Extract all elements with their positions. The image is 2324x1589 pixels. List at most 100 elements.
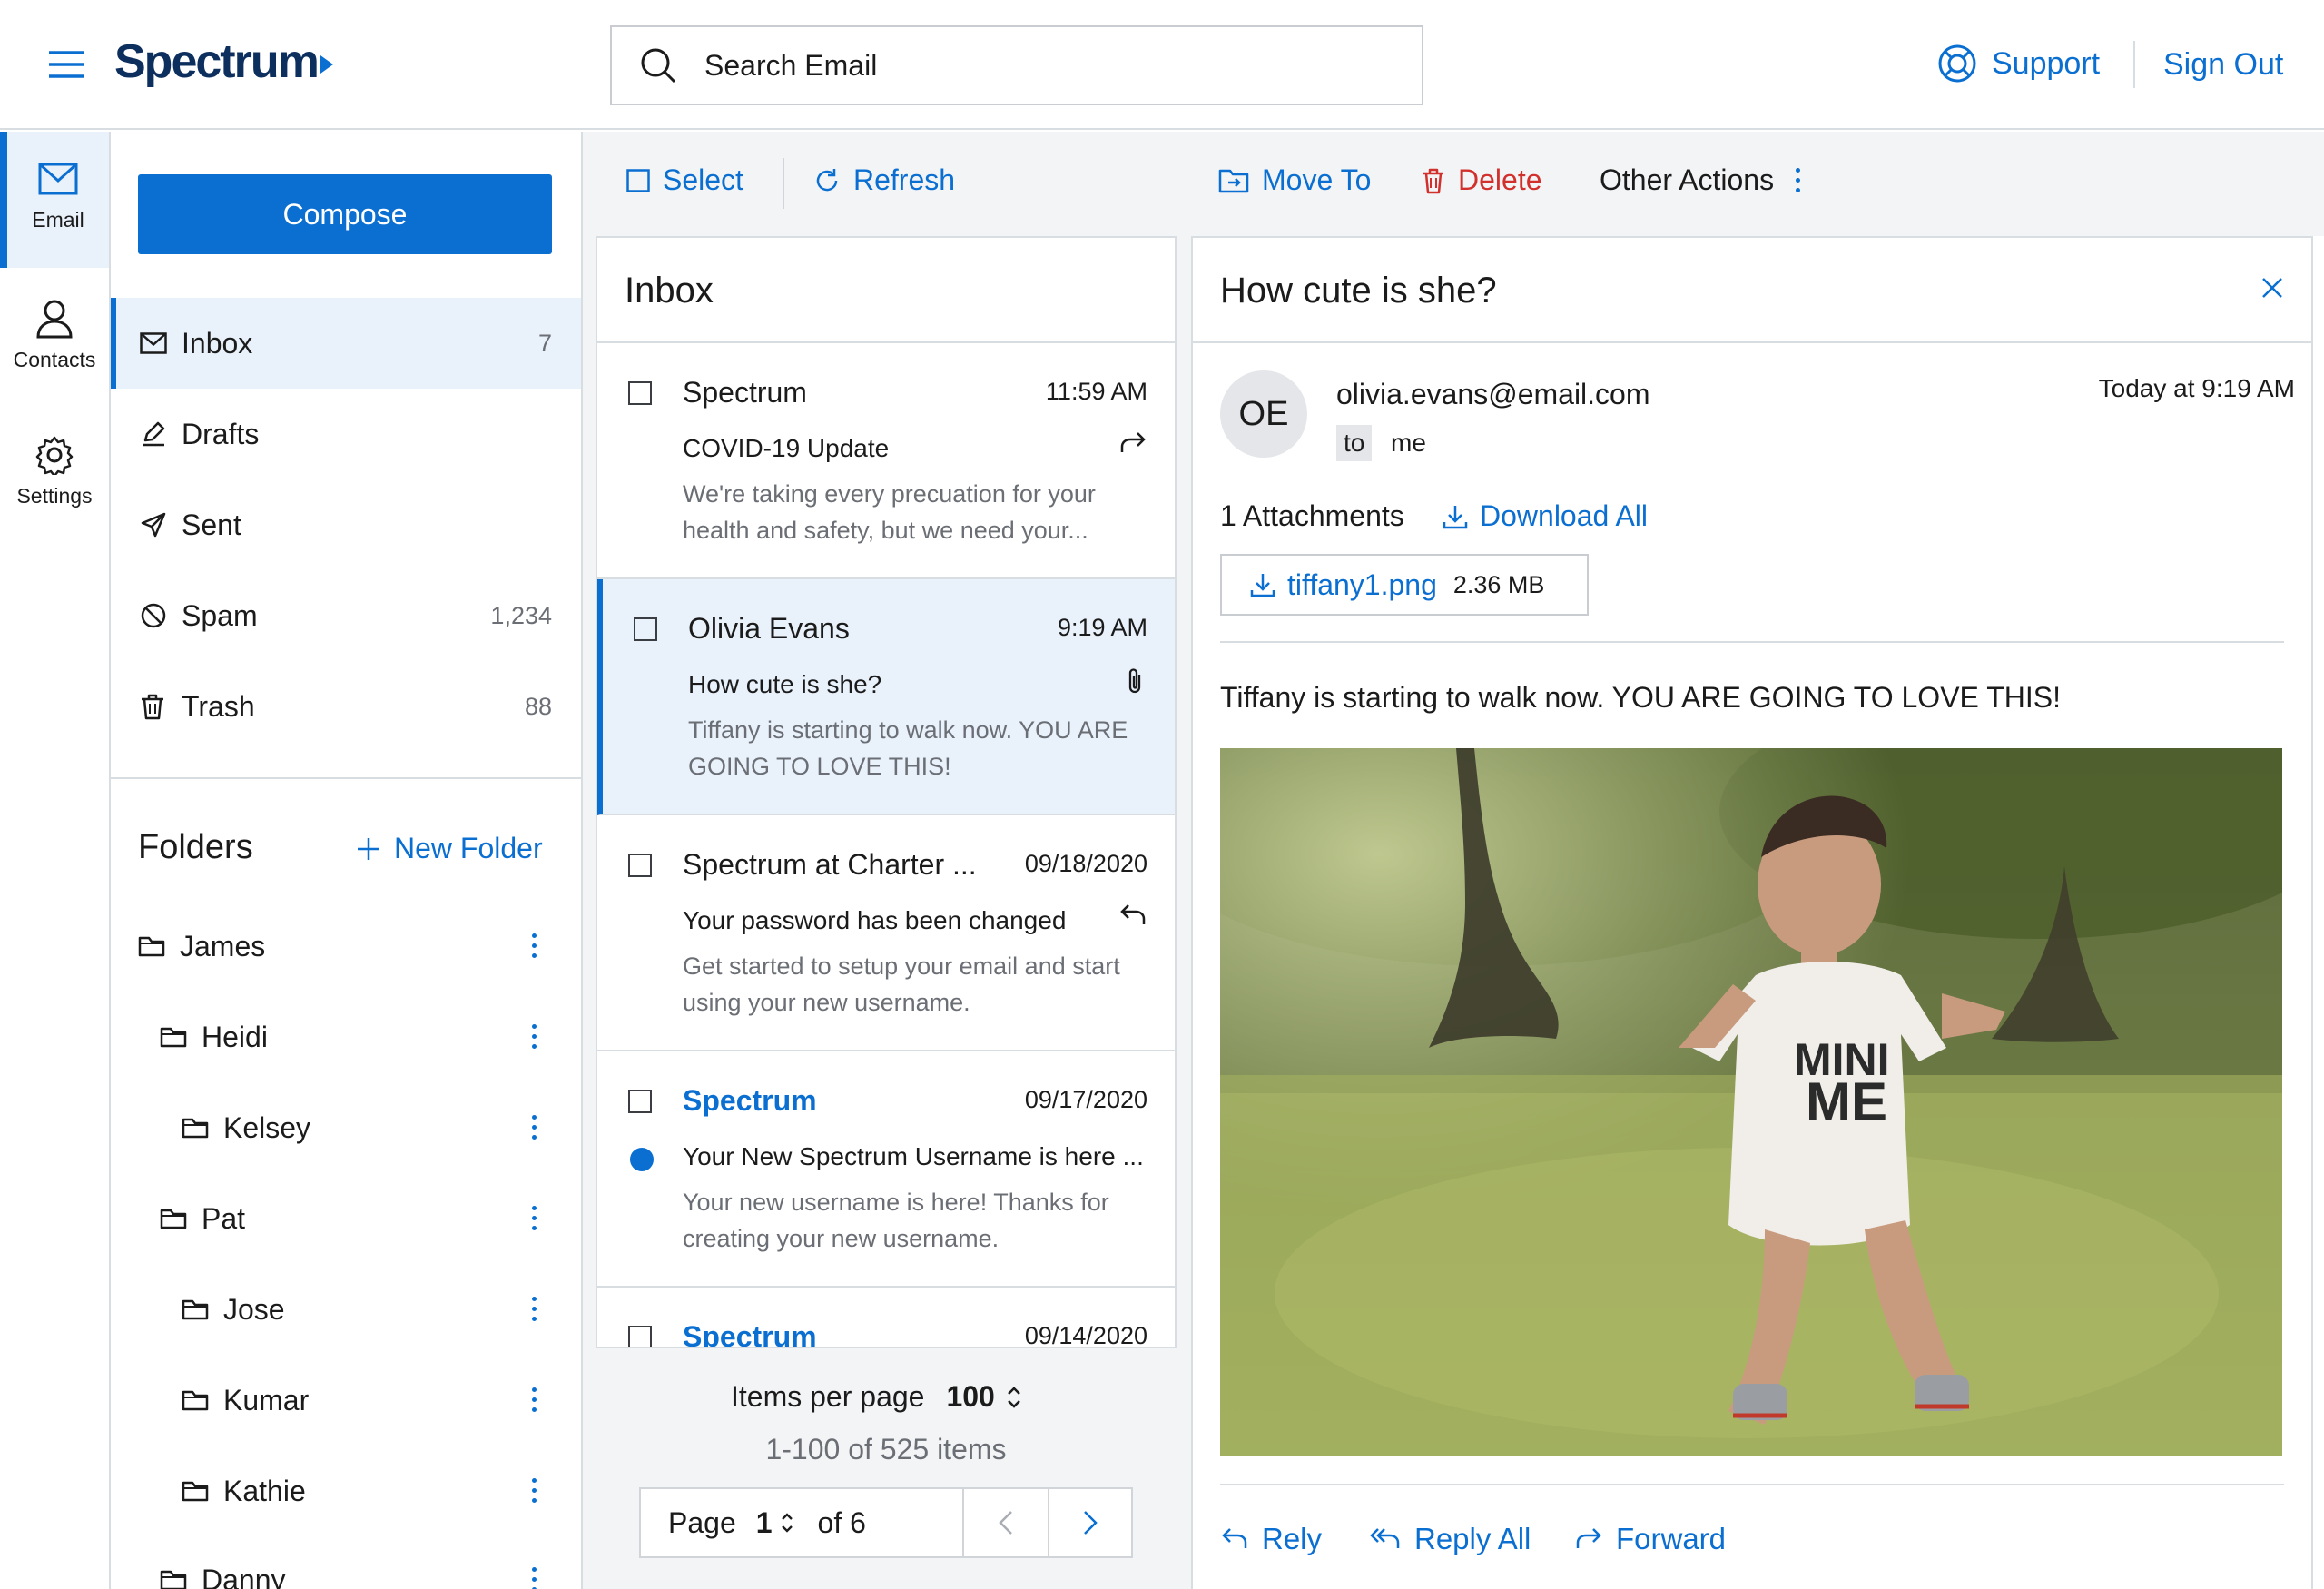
download-all-button[interactable]: Download All: [1442, 499, 1648, 533]
delete-button[interactable]: Delete: [1422, 163, 1542, 197]
message-subject: Your New Spectrum Username is here ...: [683, 1142, 1144, 1170]
message-date: 09/18/2020: [1024, 850, 1147, 877]
rail-email[interactable]: Email: [0, 132, 109, 268]
mailbox-label: Trash: [182, 689, 255, 723]
folder-menu-icon[interactable]: [528, 933, 539, 958]
folder-icon: [138, 935, 165, 957]
message-row[interactable]: Spectrum 09/14/2020: [597, 1288, 1175, 1348]
row-checkbox[interactable]: [634, 617, 657, 641]
forward-icon: [1574, 1526, 1603, 1552]
message-date: 9:19 AM: [1057, 614, 1147, 641]
row-checkbox[interactable]: [628, 854, 652, 877]
mailbox-drafts[interactable]: Drafts: [111, 389, 581, 479]
items-per-page-value: 100: [946, 1380, 995, 1413]
compose-button[interactable]: Compose: [138, 174, 552, 254]
message-preview: We're taking every precuation for your h…: [683, 480, 1096, 544]
logo-arrow-icon: [320, 55, 333, 74]
close-icon[interactable]: [2260, 276, 2284, 300]
spectrum-logo[interactable]: Spectrum: [114, 35, 333, 89]
forward-label: Forward: [1616, 1522, 1727, 1555]
pager: Page 1 of 6: [639, 1487, 1133, 1558]
gear-icon: [34, 435, 74, 475]
sign-out-link[interactable]: Sign Out: [2163, 47, 2283, 83]
message-row[interactable]: Spectrum 09/17/2020 Your New Spectrum Us…: [597, 1051, 1175, 1288]
forward-button[interactable]: Forward: [1574, 1522, 1726, 1556]
folder-menu-icon[interactable]: [528, 1024, 539, 1049]
email-body: Tiffany is starting to walk now. YOU ARE…: [1220, 681, 2061, 714]
mailbox-count: 1,234: [490, 601, 552, 629]
message-date: 09/14/2020: [1024, 1322, 1147, 1348]
message-subject: COVID-19 Update: [683, 434, 890, 462]
attachment-name: tiffany1.png: [1287, 568, 1437, 601]
page-label: Page: [668, 1505, 736, 1539]
row-checkbox[interactable]: [628, 381, 652, 405]
message-row[interactable]: Spectrum at Charter ... 09/18/2020 Your …: [597, 815, 1175, 1051]
more-vertical-icon: [1796, 168, 1801, 192]
message-date: 11:59 AM: [1045, 378, 1147, 405]
folder-menu-icon[interactable]: [528, 1478, 539, 1503]
attachment-chip[interactable]: tiffany1.png 2.36 MB: [1220, 554, 1589, 616]
rail-settings[interactable]: Settings: [0, 435, 109, 535]
folder-item[interactable]: Kathie: [182, 1446, 306, 1536]
message-row[interactable]: Olivia Evans 9:19 AM How cute is she? Ti…: [597, 579, 1175, 815]
folder-menu-icon[interactable]: [528, 1387, 539, 1412]
folder-icon: [160, 1569, 187, 1589]
forward-icon: [1118, 430, 1147, 456]
reply-button[interactable]: Rely: [1220, 1522, 1322, 1556]
folder-menu-icon[interactable]: [528, 1206, 539, 1230]
message-preview: Get started to setup your email and star…: [683, 952, 1120, 1016]
search-bar[interactable]: [610, 25, 1423, 105]
mailbox-count: 88: [524, 692, 552, 720]
mailbox-trash[interactable]: Trash 88: [111, 661, 581, 752]
folder-label: Heidi: [202, 1020, 268, 1053]
search-icon[interactable]: [639, 46, 677, 84]
folder-item[interactable]: Heidi: [160, 992, 268, 1082]
select-button[interactable]: Select: [626, 163, 743, 197]
support-label: Support: [1992, 45, 2101, 81]
email-subject: How cute is she?: [1220, 271, 1497, 311]
menu-icon[interactable]: [47, 45, 85, 84]
next-page-button[interactable]: [1048, 1489, 1131, 1556]
sort-arrows-icon: [780, 1511, 794, 1535]
reply-all-button[interactable]: Reply All: [1369, 1522, 1531, 1556]
row-checkbox[interactable]: [628, 1326, 652, 1347]
folder-item[interactable]: Pat: [160, 1173, 245, 1264]
row-checkbox[interactable]: [628, 1090, 652, 1113]
folder-item[interactable]: Jose: [182, 1264, 285, 1355]
message-from: Olivia Evans: [688, 612, 850, 645]
message-list: Inbox Spectrum 11:59 AM COVID-19 Update …: [596, 236, 1177, 1348]
other-actions-button[interactable]: Other Actions: [1600, 163, 1801, 197]
items-per-page-select[interactable]: 100: [946, 1380, 1021, 1414]
folder-icon: [160, 1026, 187, 1048]
message-row[interactable]: Spectrum 11:59 AM COVID-19 Update We're …: [597, 343, 1175, 579]
page-select[interactable]: 1: [756, 1506, 794, 1540]
folder-item[interactable]: Kumar: [182, 1355, 309, 1446]
reply-icon: [1118, 903, 1147, 928]
panel-divider: [111, 777, 581, 779]
support-link[interactable]: Support: [1937, 44, 2100, 84]
move-to-button[interactable]: Move To: [1218, 163, 1371, 197]
prev-page-button[interactable]: [962, 1489, 1048, 1556]
search-input[interactable]: [704, 48, 1340, 83]
received-date: Today at 9:19 AM: [2098, 374, 2295, 402]
new-folder-button[interactable]: New Folder: [356, 832, 543, 865]
folder-label: James: [180, 929, 266, 962]
lifebuoy-icon: [1937, 44, 1977, 84]
folder-item[interactable]: Kelsey: [182, 1082, 310, 1173]
other-actions-label: Other Actions: [1600, 163, 1775, 196]
toolbar-divider: [783, 158, 784, 209]
refresh-button[interactable]: Refresh: [813, 163, 955, 197]
sort-arrows-icon: [1006, 1385, 1022, 1410]
mailbox-sent[interactable]: Sent: [111, 479, 581, 570]
trash-icon: [140, 693, 165, 720]
folder-item[interactable]: Danny: [160, 1535, 286, 1589]
folder-menu-icon[interactable]: [528, 1567, 539, 1589]
mailbox-inbox[interactable]: Inbox 7: [111, 298, 581, 389]
mailbox-spam[interactable]: Spam 1,234: [111, 570, 581, 661]
folder-menu-icon[interactable]: [528, 1115, 539, 1140]
rail-contacts[interactable]: Contacts: [0, 299, 109, 399]
folder-menu-icon[interactable]: [528, 1297, 539, 1321]
folder-label: Jose: [223, 1292, 285, 1326]
folder-item[interactable]: James: [138, 901, 265, 992]
sender-email[interactable]: olivia.evans@email.com: [1336, 378, 1650, 411]
